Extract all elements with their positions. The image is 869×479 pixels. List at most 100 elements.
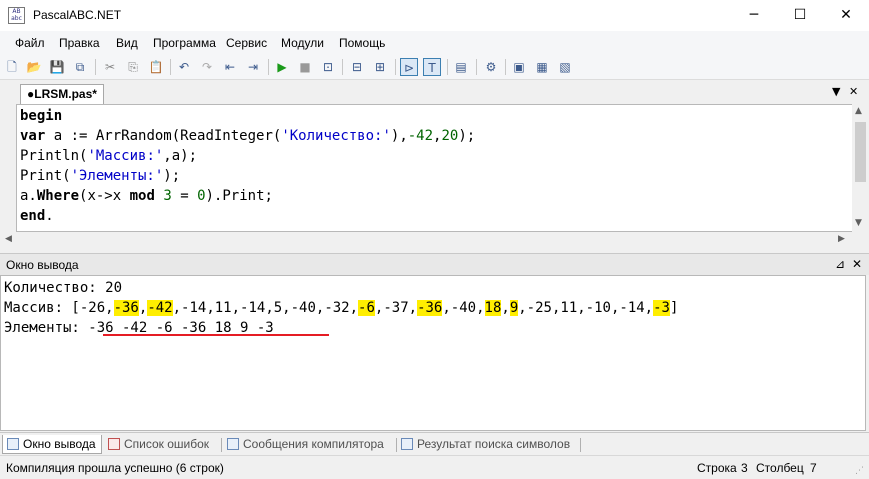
pin-icon[interactable]: ⊿: [835, 257, 845, 271]
output-text: ,-14,11,-14,5,-40,-32,: [172, 300, 359, 316]
maximize-button[interactable]: ☐: [777, 0, 823, 31]
step-over-icon[interactable]: ⊞: [371, 58, 389, 76]
code-line[interactable]: Print('Элементы:');: [20, 166, 180, 186]
paste-icon[interactable]: 📋: [147, 58, 165, 76]
highlighted-value: 9: [509, 300, 519, 316]
scroll-up-icon[interactable]: ▲: [855, 106, 862, 116]
code-token: mod: [129, 188, 155, 204]
code-token: 'Массив:': [87, 148, 164, 164]
tab-lrsm[interactable]: ●LRSM.pas*: [20, 84, 104, 104]
code-editor[interactable]: begin var a := ArrRandom(ReadInteger('Кол…: [16, 104, 852, 232]
toolbar-separator: [170, 59, 171, 75]
scroll-down-icon[interactable]: ▼: [855, 218, 862, 228]
highlighted-value: -6: [358, 300, 375, 316]
stop-icon[interactable]: ■: [296, 58, 314, 76]
scroll-left-icon[interactable]: ◀: [5, 234, 12, 244]
console-output-icon[interactable]: ⊳: [400, 58, 418, 76]
code-token: a.: [20, 188, 37, 204]
undo-icon[interactable]: ↶: [175, 58, 193, 76]
tab-dropdown-icon[interactable]: ▼: [832, 85, 840, 98]
code-token: 20: [441, 128, 459, 144]
window-title: PascalABC.NET: [33, 8, 122, 22]
redo-icon[interactable]: ↷: [198, 58, 216, 76]
module-icon[interactable]: ▣: [510, 58, 528, 76]
code-line[interactable]: Println('Массив:',a);: [20, 146, 197, 166]
code-line[interactable]: end.: [20, 206, 54, 226]
scroll-right-icon[interactable]: ▶: [838, 234, 845, 244]
new-file-icon[interactable]: 🗋: [3, 58, 21, 76]
code-token: 0: [197, 188, 206, 204]
navigate-icon[interactable]: ⇥: [244, 58, 262, 76]
step-icon[interactable]: ⊟: [348, 58, 366, 76]
editor-vertical-scrollbar[interactable]: ▲ ▼: [852, 104, 869, 232]
toggle-comment-icon[interactable]: ⇤: [221, 58, 239, 76]
tab-close-icon[interactable]: ✕: [849, 85, 858, 98]
close-icon: ✕: [840, 7, 852, 23]
tab-compiler-messages[interactable]: Сообщения компилятора: [223, 435, 395, 454]
code-token: var: [20, 128, 46, 144]
editor-horizontal-scrollbar[interactable]: ◀ ▶: [0, 232, 869, 249]
cut-icon[interactable]: ✂: [101, 58, 119, 76]
code-line[interactable]: begin: [20, 106, 62, 126]
code-line[interactable]: var a := ArrRandom(ReadInteger('Количест…: [20, 126, 475, 146]
scrollbar-thumb[interactable]: [855, 122, 866, 182]
app-icon: AB abc: [8, 7, 25, 24]
output-line: Массив: [-26,-36,-42,-14,11,-14,5,-40,-3…: [4, 298, 678, 318]
save-all-icon[interactable]: ⧉: [71, 58, 89, 76]
output-text: Массив: [-26,: [4, 300, 114, 316]
run-icon[interactable]: ▶: [273, 58, 291, 76]
menu-edit[interactable]: Правка: [59, 36, 100, 50]
menu-file[interactable]: Файл: [15, 36, 45, 50]
status-row-label: Строка: [697, 461, 737, 475]
close-panel-icon[interactable]: ✕: [852, 257, 862, 271]
toolbar-separator: [268, 59, 269, 75]
code-line[interactable]: a.Where(x->x mod 3 = 0).Print;: [20, 186, 273, 206]
toolbar-separator: [505, 59, 506, 75]
open-icon[interactable]: 📂: [25, 58, 43, 76]
highlighted-value: -42: [147, 300, 173, 316]
code-token: end: [20, 208, 46, 224]
minimize-icon: ─: [749, 7, 759, 23]
menu-program[interactable]: Программа: [153, 36, 216, 50]
output-text: ,-40,: [442, 300, 485, 316]
tab-symbol-search[interactable]: Результат поиска символов: [397, 435, 579, 454]
text-output-icon[interactable]: T: [423, 58, 441, 76]
output-text: ,-37,: [374, 300, 418, 316]
output-text: Количество: 20: [4, 280, 123, 296]
code-token: );: [458, 128, 476, 144]
tab-label: Окно вывода: [23, 437, 96, 451]
output-text: ,: [501, 300, 510, 316]
settings-icon[interactable]: ⚙: [482, 58, 500, 76]
symbol-search-icon: [401, 438, 413, 450]
tab-separator: [580, 438, 581, 452]
compile-icon[interactable]: ▦: [533, 58, 551, 76]
code-token: =: [171, 188, 198, 204]
tab-label: Список ошибок: [124, 437, 210, 451]
code-token: ).Print;: [205, 188, 273, 204]
title-bar: AB abc PascalABC.NET ─ ☐ ✕: [0, 0, 869, 31]
tab-error-list[interactable]: Список ошибок: [104, 435, 220, 454]
output-text: ]: [669, 300, 679, 316]
menu-bar: Файл Правка Вид Программа Сервис Модули …: [0, 31, 869, 55]
close-window-button[interactable]: ✕: [823, 0, 869, 31]
tab-output-window[interactable]: Окно вывода: [2, 435, 102, 454]
menu-service[interactable]: Сервис: [226, 36, 267, 50]
highlighted-value: -36: [113, 300, 139, 316]
menu-modules[interactable]: Модули: [281, 36, 324, 50]
highlighted-value: -36: [417, 300, 443, 316]
format-icon[interactable]: ▤: [452, 58, 470, 76]
menu-view[interactable]: Вид: [116, 36, 138, 50]
debug-icon[interactable]: ⊡: [319, 58, 337, 76]
debug-window-icon[interactable]: ▧: [556, 58, 574, 76]
menu-help[interactable]: Помощь: [339, 36, 385, 50]
minimize-button[interactable]: ─: [731, 0, 777, 31]
status-row-value: 3: [741, 461, 748, 475]
save-icon[interactable]: 💾: [48, 58, 66, 76]
copy-icon[interactable]: ⎘: [124, 58, 142, 76]
code-token: -42: [407, 128, 434, 144]
output-window[interactable]: Количество: 20 Массив: [-26,-36,-42,-14,1…: [0, 275, 866, 431]
code-token: 'Количество:': [281, 128, 391, 144]
code-token: ,a);: [163, 148, 198, 164]
resize-grip-icon[interactable]: ⋰: [855, 466, 865, 476]
code-token: Println(: [20, 148, 88, 164]
